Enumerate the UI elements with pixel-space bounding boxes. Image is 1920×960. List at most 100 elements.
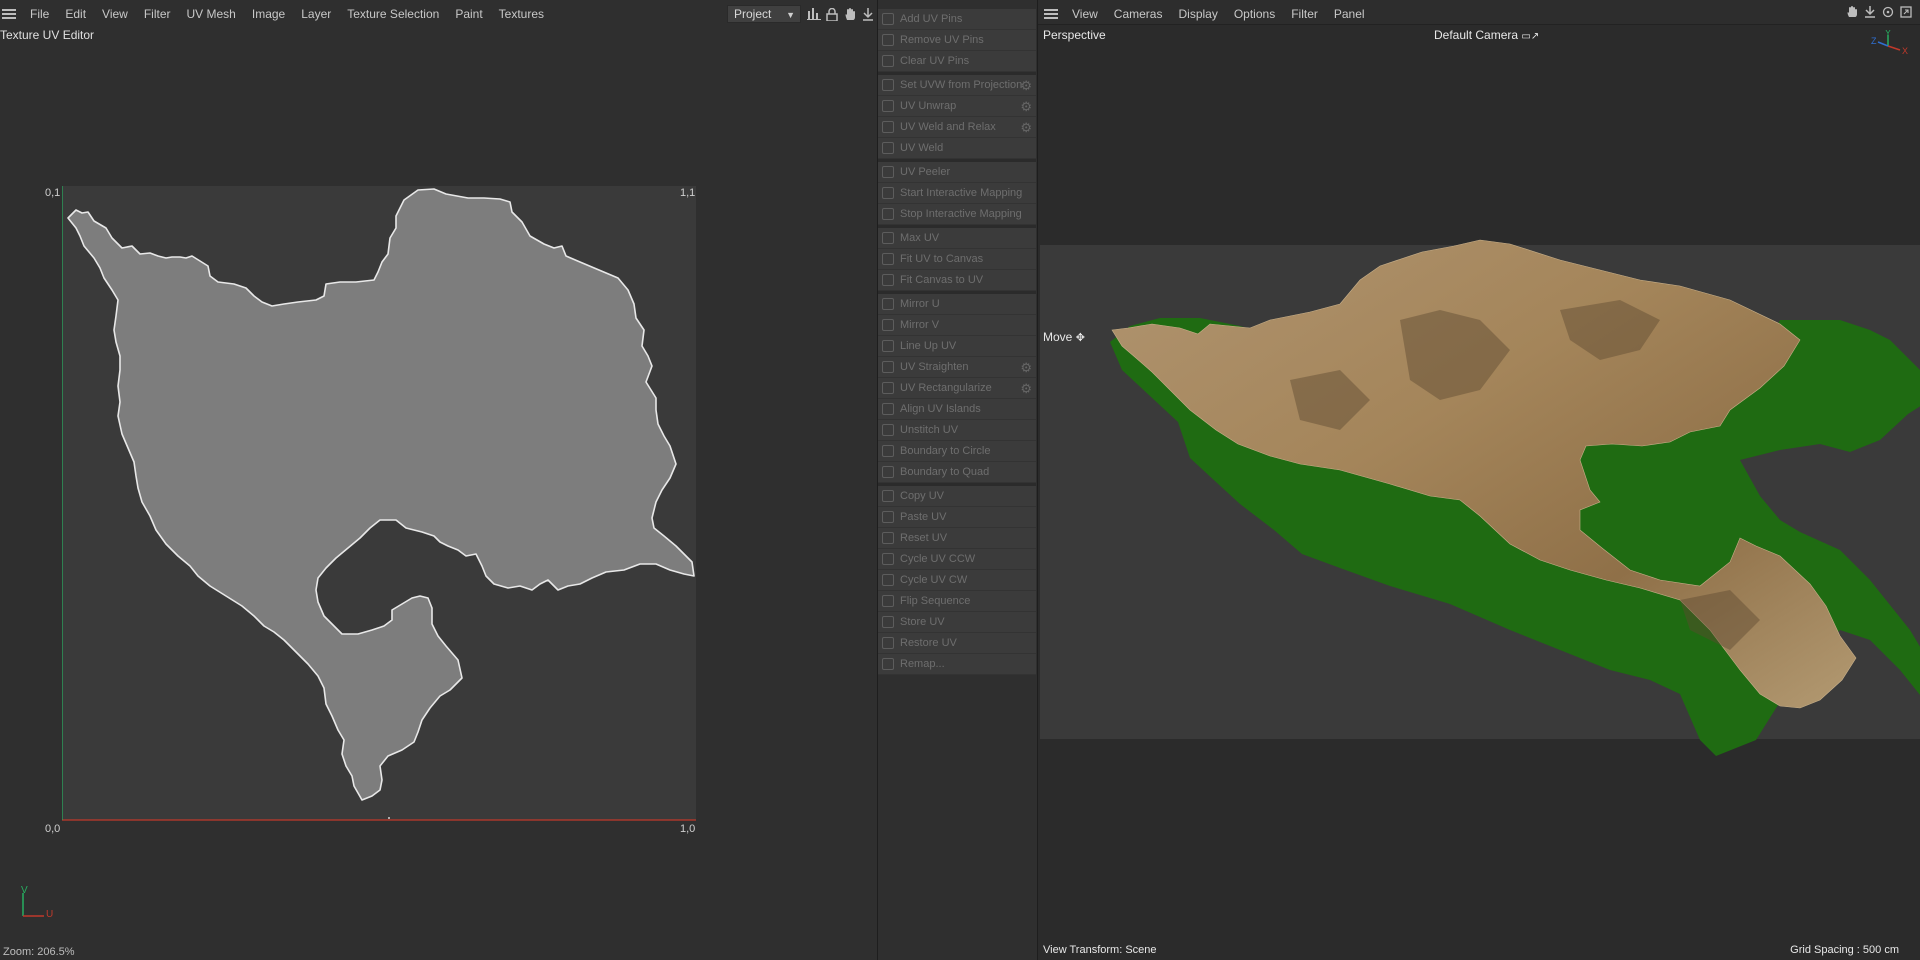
command-line-up-uv-button[interactable]: Line Up UV [878, 336, 1036, 357]
command-mirror-u-button[interactable]: Mirror U [878, 294, 1036, 315]
restore-icon [882, 637, 894, 649]
command-start-interactive-mapping-button[interactable]: Start Interactive Mapping [878, 183, 1036, 204]
command-label: Max UV [900, 232, 940, 244]
histogram-icon[interactable] [805, 5, 823, 23]
rotate-icon[interactable] [1880, 4, 1896, 20]
view-transform-status: View Transform: Scene [1043, 944, 1157, 956]
command-max-uv-button[interactable]: Max UV [878, 228, 1036, 249]
command-cycle-uv-ccw-button[interactable]: Cycle UV CCW [878, 549, 1036, 570]
viewport-menu-panel[interactable]: Panel [1326, 7, 1373, 21]
viewport-menu-view[interactable]: View [1064, 7, 1106, 21]
menu-texture-selection[interactable]: Texture Selection [339, 7, 447, 21]
command-restore-uv-button[interactable]: Restore UV [878, 633, 1036, 654]
terrain-3d-model[interactable] [1040, 200, 1920, 780]
play-icon [882, 187, 894, 199]
command-cycle-uv-cw-button[interactable]: Cycle UV CW [878, 570, 1036, 591]
viewport-nav-icons [1844, 4, 1914, 20]
command-unstitch-uv-button[interactable]: Unstitch UV [878, 420, 1036, 441]
command-boundary-to-circle-button[interactable]: Boundary to Circle [878, 441, 1036, 462]
pan-icon[interactable] [1862, 4, 1878, 20]
command-label: UV Straighten [900, 361, 969, 373]
command-uv-straighten-button[interactable]: UV Straighten ⚙ [878, 357, 1036, 378]
hand-icon[interactable] [1844, 4, 1860, 20]
menu-textures[interactable]: Textures [491, 7, 552, 21]
viewport-camera-selector[interactable]: Default Camera ▭↗ [1434, 28, 1539, 42]
menu-edit[interactable]: Edit [57, 7, 94, 21]
copy-icon [882, 490, 894, 502]
menu-file[interactable]: File [22, 7, 57, 21]
viewport-menu-options[interactable]: Options [1226, 7, 1283, 21]
command-label: Set UVW from Projection [900, 79, 1023, 91]
command-copy-uv-button[interactable]: Copy UV [878, 486, 1036, 507]
gear-icon[interactable]: ⚙ [1020, 360, 1032, 376]
command-stop-interactive-mapping-button[interactable]: Stop Interactive Mapping [878, 204, 1036, 225]
command-set-uvw-from-projection-button[interactable]: Set UVW from Projection ⚙ [878, 75, 1036, 96]
circle-icon [882, 445, 894, 457]
command-label: Boundary to Circle [900, 445, 991, 457]
gear-icon[interactable]: ⚙ [1020, 381, 1032, 397]
uv-commands-palette: Add UV Pins Remove UV Pins Clear UV Pins Se… [878, 9, 1036, 675]
menu-view[interactable]: View [94, 7, 136, 21]
unstitch-icon [882, 424, 894, 436]
camera-name: Default Camera [1434, 28, 1519, 42]
menu-filter[interactable]: Filter [136, 7, 179, 21]
align-icon [882, 403, 894, 415]
command-reset-uv-button[interactable]: Reset UV [878, 528, 1036, 549]
command-label: UV Weld [900, 142, 944, 154]
command-remap-button[interactable]: Remap... [878, 654, 1036, 675]
viewport-menu-cameras[interactable]: Cameras [1106, 7, 1171, 21]
command-uv-rectangularize-button[interactable]: UV Rectangularize ⚙ [878, 378, 1036, 399]
command-add-uv-pins-button[interactable]: Add UV Pins [878, 9, 1036, 30]
corner-label-bottom-left: 0,0 [45, 823, 61, 835]
quad-icon [882, 466, 894, 478]
project-dropdown[interactable]: Project ▼ [727, 5, 801, 23]
menu-uv-mesh[interactable]: UV Mesh [179, 7, 244, 21]
gear-icon[interactable]: ⚙ [1020, 99, 1032, 115]
zoom-level: Zoom: 206.5% [3, 946, 75, 958]
command-align-uv-islands-button[interactable]: Align UV Islands [878, 399, 1036, 420]
viewport-hamburger-icon[interactable] [1044, 8, 1058, 19]
maximize-icon[interactable] [1898, 4, 1914, 20]
command-group: Mirror U Mirror V Line Up UV UV Straighten ⚙… [878, 294, 1036, 483]
command-label: Boundary to Quad [900, 466, 990, 478]
command-uv-weld-button[interactable]: UV Weld [878, 138, 1036, 159]
command-fit-canvas-to-uv-button[interactable]: Fit Canvas to UV [878, 270, 1036, 291]
relax-icon [882, 121, 894, 133]
command-uv-peeler-button[interactable]: UV Peeler [878, 162, 1036, 183]
menu-layer[interactable]: Layer [293, 7, 339, 21]
command-label: UV Unwrap [900, 100, 957, 112]
command-paste-uv-button[interactable]: Paste UV [878, 507, 1036, 528]
command-uv-unwrap-button[interactable]: UV Unwrap ⚙ [878, 96, 1036, 117]
viewport-menu-display[interactable]: Display [1170, 7, 1225, 21]
command-uv-weld-and-relax-button[interactable]: UV Weld and Relax ⚙ [878, 117, 1036, 138]
command-clear-uv-pins-button[interactable]: Clear UV Pins [878, 51, 1036, 72]
command-label: Mirror U [900, 298, 940, 310]
command-flip-sequence-button[interactable]: Flip Sequence [878, 591, 1036, 612]
command-remove-uv-pins-button[interactable]: Remove UV Pins [878, 30, 1036, 51]
uv-island-view[interactable] [62, 186, 696, 826]
command-label: UV Rectangularize [900, 382, 992, 394]
menu-hamburger-icon[interactable] [2, 8, 16, 19]
gear-icon[interactable]: ⚙ [1020, 78, 1032, 94]
viewport-menu-filter[interactable]: Filter [1283, 7, 1326, 21]
uv-editor-menubar: File Edit View Filter UV Mesh Image Laye… [0, 0, 552, 27]
pan-icon[interactable] [859, 5, 877, 23]
command-boundary-to-quad-button[interactable]: Boundary to Quad [878, 462, 1036, 483]
gear-icon[interactable]: ⚙ [1020, 120, 1032, 136]
command-label: UV Peeler [900, 166, 951, 178]
command-label: Cycle UV CW [900, 574, 968, 586]
hand-icon[interactable] [841, 5, 859, 23]
command-mirror-v-button[interactable]: Mirror V [878, 315, 1036, 336]
menu-paint[interactable]: Paint [447, 7, 490, 21]
command-group: Copy UV Paste UV Reset UV Cycle UV CCW Cycle… [878, 486, 1036, 675]
lock-icon[interactable] [823, 5, 841, 23]
command-label: Fit Canvas to UV [900, 274, 984, 286]
command-group: Max UV Fit UV to Canvas Fit Canvas to UV [878, 228, 1036, 291]
projection-icon [882, 79, 894, 91]
mirror-v-icon [882, 319, 894, 331]
command-store-uv-button[interactable]: Store UV [878, 612, 1036, 633]
command-fit-uv-to-canvas-button[interactable]: Fit UV to Canvas [878, 249, 1036, 270]
menu-image[interactable]: Image [244, 7, 293, 21]
command-label: Fit UV to Canvas [900, 253, 984, 265]
axis-x-label: X [1902, 46, 1908, 56]
